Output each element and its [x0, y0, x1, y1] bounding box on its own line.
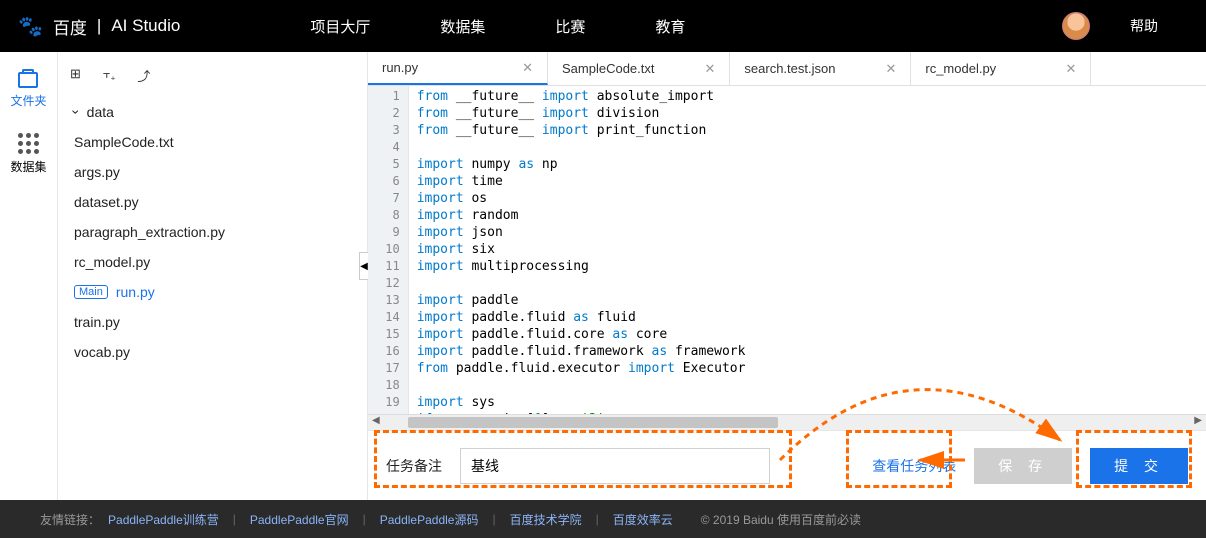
file-run[interactable]: Mainrun.py [70, 277, 355, 307]
new-file-icon[interactable]: ⊞ [70, 66, 81, 85]
file-dataset[interactable]: dataset.py [70, 187, 355, 217]
nav-edu[interactable]: 教育 [655, 16, 685, 37]
nav-projects[interactable]: 项目大厅 [310, 16, 370, 37]
chevron-down-icon: › [68, 110, 84, 115]
editor-tabs: run.py✕ SampleCode.txt✕ search.test.json… [368, 52, 1206, 86]
task-note-label: 任务备注 [386, 456, 442, 476]
brand-en: AI Studio [111, 16, 180, 36]
file-toolbar: ⊞ ⫟₊ ⤴ [58, 62, 367, 97]
brand-cn: 百度 [53, 14, 87, 39]
footer-link-4[interactable]: 百度效率云 [613, 511, 673, 528]
editor-pane: ◀ run.py✕ SampleCode.txt✕ search.test.js… [368, 52, 1206, 500]
code-editor[interactable]: 12345678910111213141516171819▸2021222324… [368, 86, 1206, 414]
scroll-thumb[interactable] [408, 417, 778, 428]
logo: 🐾 百度 | AI Studio [18, 14, 180, 39]
file-rcmodel[interactable]: rc_model.py [70, 247, 355, 277]
tab-rcmodel[interactable]: rc_model.py✕ [911, 52, 1091, 85]
tab-search[interactable]: search.test.json✕ [730, 52, 911, 85]
bottom-bar: 任务备注 查看任务列表 保 存 提 交 [368, 430, 1206, 500]
submit-button[interactable]: 提 交 [1090, 448, 1188, 484]
help-link[interactable]: 帮助 [1130, 16, 1158, 36]
folder-icon [18, 72, 38, 88]
file-train[interactable]: train.py [70, 307, 355, 337]
gutter: 12345678910111213141516171819▸2021222324 [368, 86, 409, 414]
close-icon[interactable]: ✕ [522, 60, 533, 76]
close-icon[interactable]: ✕ [1065, 61, 1076, 77]
footer-link-2[interactable]: PaddlePaddle源码 [380, 511, 479, 528]
scroll-right-icon[interactable]: ▶ [1194, 415, 1202, 426]
footer-link-3[interactable]: 百度技术学院 [510, 511, 582, 528]
tab-sample[interactable]: SampleCode.txt✕ [548, 52, 730, 85]
code-text[interactable]: from __future__ import absolute_importfr… [409, 86, 754, 414]
copyright: © 2019 Baidu 使用百度前必读 [701, 511, 861, 528]
nav-datasets[interactable]: 数据集 [440, 16, 485, 37]
file-samplecode[interactable]: SampleCode.txt [70, 127, 355, 157]
nav-compete[interactable]: 比赛 [555, 16, 585, 37]
h-scrollbar[interactable]: ◀ ▶ [368, 414, 1206, 430]
file-pane: ⊞ ⫟₊ ⤴ ›data SampleCode.txt args.py data… [58, 52, 368, 500]
save-button[interactable]: 保 存 [974, 448, 1072, 484]
file-tree: ›data SampleCode.txt args.py dataset.py … [58, 97, 367, 367]
folder-data[interactable]: ›data [70, 97, 355, 127]
main-area: 文件夹 数据集 ⊞ ⫟₊ ⤴ ›data SampleCode.txt args… [0, 52, 1206, 500]
collapse-handle[interactable]: ◀ [359, 252, 368, 280]
footer-label: 友情链接： [40, 511, 100, 528]
new-folder-icon[interactable]: ⫟₊ [103, 66, 115, 85]
footer-link-0[interactable]: PaddlePaddle训练营 [108, 511, 219, 528]
file-args[interactable]: args.py [70, 157, 355, 187]
tab-dataset[interactable]: 数据集 [10, 133, 46, 175]
footer-link-1[interactable]: PaddlePaddle官网 [250, 511, 349, 528]
left-strip: 文件夹 数据集 [0, 52, 58, 500]
file-vocab[interactable]: vocab.py [70, 337, 355, 367]
close-icon[interactable]: ✕ [705, 61, 716, 77]
file-paragraph[interactable]: paragraph_extraction.py [70, 217, 355, 247]
view-task-list-link[interactable]: 查看任务列表 [872, 456, 956, 476]
upload-icon[interactable]: ⤴ [137, 66, 150, 85]
top-bar: 🐾 百度 | AI Studio 项目大厅 数据集 比赛 教育 帮助 [0, 0, 1206, 52]
footer: 友情链接： PaddlePaddle训练营| PaddlePaddle官网| P… [0, 500, 1206, 538]
close-icon[interactable]: ✕ [885, 61, 896, 77]
main-badge: Main [74, 285, 108, 299]
grid-icon [18, 133, 39, 154]
tab-run[interactable]: run.py✕ [368, 52, 548, 85]
scroll-left-icon[interactable]: ◀ [372, 415, 380, 426]
top-nav: 项目大厅 数据集 比赛 教育 [310, 16, 685, 37]
tab-files[interactable]: 文件夹 [10, 72, 46, 109]
paw-icon: 🐾 [18, 14, 43, 39]
avatar[interactable] [1062, 12, 1090, 40]
task-note-input[interactable] [460, 448, 770, 484]
